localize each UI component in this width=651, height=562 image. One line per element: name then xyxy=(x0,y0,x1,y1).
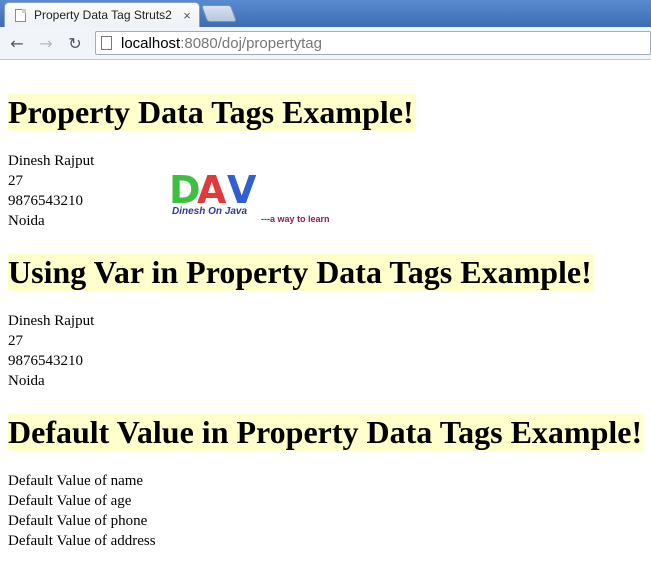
url-path: :8080/doj/propertytag xyxy=(180,34,322,52)
url-host: localhost xyxy=(121,34,181,52)
forward-arrow-icon[interactable]: → xyxy=(35,32,57,54)
value-name: Dinesh Rajput xyxy=(8,153,95,169)
new-tab-button[interactable] xyxy=(200,5,238,22)
close-icon[interactable]: × xyxy=(179,8,195,23)
default-age: Default Value of age xyxy=(8,493,132,509)
back-arrow-icon[interactable]: ← xyxy=(6,32,28,54)
page-icon xyxy=(15,8,26,22)
section-heading-var: Using Var in Property Data Tags Example! xyxy=(8,254,594,291)
dinesh-on-java-logo: D A V Dinesh On Java ---a way to learn xyxy=(169,170,330,224)
value-age: 27 xyxy=(8,173,23,189)
page-title: Property Data Tags Example! xyxy=(8,94,416,131)
document-icon xyxy=(101,36,112,50)
value-phone: 9876543210 xyxy=(8,193,83,209)
section2-values: Dinesh Rajput 27 9876543210 Noida xyxy=(8,311,94,391)
section-using-var: Using Var in Property Data Tags Example! xyxy=(8,254,594,291)
logo-tagline: ---a way to learn xyxy=(261,214,330,224)
section3-values: Default Value of name Default Value of a… xyxy=(8,471,156,551)
default-name: Default Value of name xyxy=(8,473,144,489)
browser-tab[interactable]: Property Data Tag Struts2 × xyxy=(4,2,200,27)
section-property-tags: Property Data Tags Example! xyxy=(8,94,416,131)
default-address: Default Value of address xyxy=(8,533,156,549)
value-name: Dinesh Rajput xyxy=(8,313,95,329)
browser-toolbar: ← → ↻ localhost:8080/doj/propertytag xyxy=(0,27,651,60)
address-bar[interactable]: localhost:8080/doj/propertytag xyxy=(95,31,651,55)
section1-values: Dinesh Rajput 27 9876543210 Noida xyxy=(8,151,94,231)
logo-caption: Dinesh On Java xyxy=(172,206,247,217)
value-phone: 9876543210 xyxy=(8,353,83,369)
tab-title: Property Data Tag Struts2 xyxy=(34,8,172,22)
value-age: 27 xyxy=(8,333,23,349)
tab-strip: Property Data Tag Struts2 × xyxy=(0,0,651,27)
reload-icon[interactable]: ↻ xyxy=(64,32,86,54)
default-phone: Default Value of phone xyxy=(8,513,148,529)
section-heading-default: Default Value in Property Data Tags Exam… xyxy=(8,414,645,451)
section-default-value: Default Value in Property Data Tags Exam… xyxy=(8,414,645,451)
value-address: Noida xyxy=(8,373,45,389)
value-address: Noida xyxy=(8,213,45,229)
